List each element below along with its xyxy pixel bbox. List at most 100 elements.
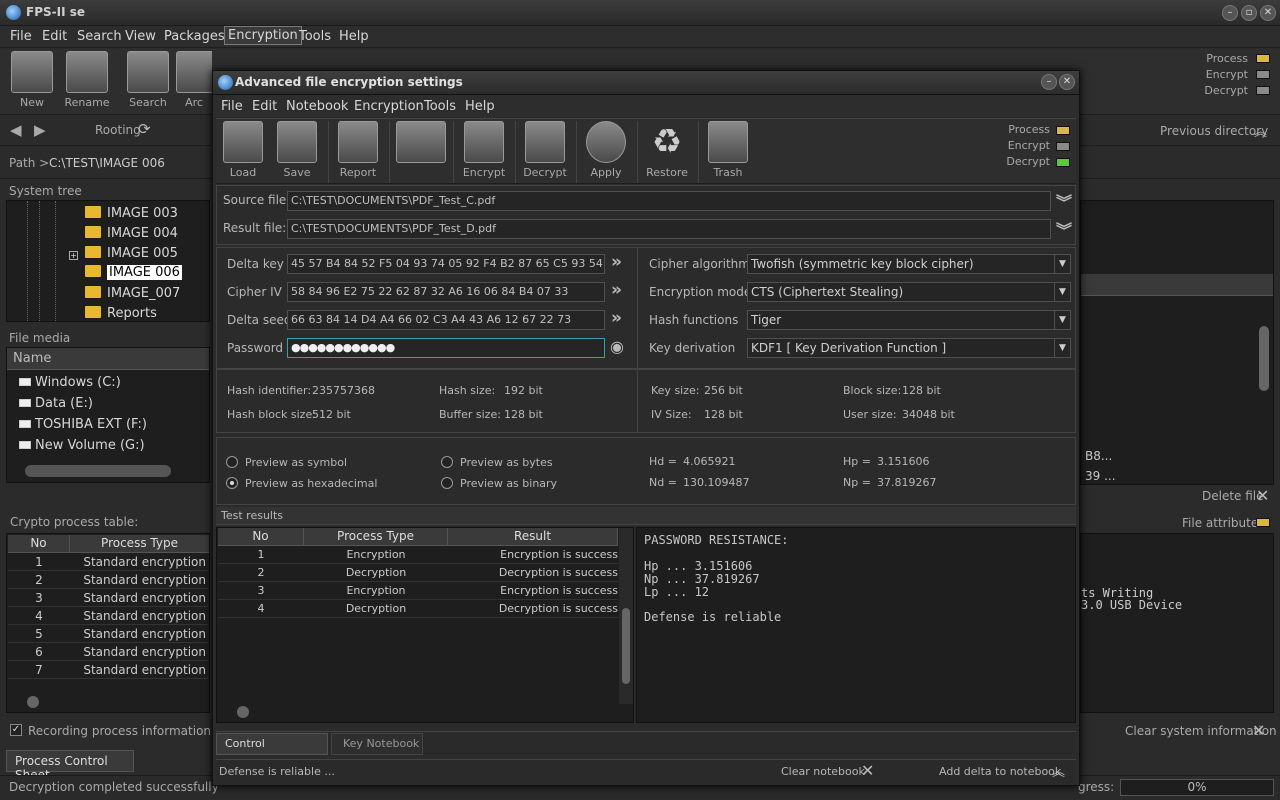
dialog-minimize-icon[interactable]: – [1041, 74, 1057, 90]
encrypt-button[interactable]: Encrypt [454, 121, 514, 179]
tree-item[interactable]: IMAGE_007 [85, 286, 180, 304]
tree-item[interactable]: Reports [85, 306, 157, 321]
drive-item[interactable]: Data (E:) [19, 396, 93, 411]
tree-item[interactable]: IMAGE 004 [85, 226, 178, 244]
dialog-menu-tools[interactable]: Tools [424, 99, 456, 114]
file-media-header[interactable]: Name [7, 348, 209, 370]
delta-seed-field[interactable]: 66 63 84 14 D4 A4 66 02 C3 A4 43 A6 12 6… [287, 310, 605, 330]
apply-button[interactable]: Apply [576, 121, 636, 179]
results-row-type[interactable]: Decryption [304, 564, 448, 582]
cipher-iv-field[interactable]: 58 84 96 E2 75 22 62 87 32 A6 16 06 84 B… [287, 282, 605, 302]
decrypt-button[interactable]: Decrypt [515, 121, 575, 179]
drive-item[interactable]: Windows (C:) [19, 375, 121, 390]
load-button[interactable]: Load [213, 121, 273, 179]
table-row-no[interactable]: 1 [8, 553, 70, 571]
col-header-no[interactable]: No [8, 535, 70, 553]
tab-control-information[interactable]: Control Information [216, 733, 328, 770]
search-button[interactable]: Search [120, 51, 176, 109]
menu-encryption[interactable]: Encryption [224, 26, 302, 45]
minimize-icon[interactable]: – [1222, 5, 1238, 21]
table-row-no[interactable]: 3 [8, 589, 70, 607]
tab-process-control-sheet[interactable]: Process Control Sheet [6, 750, 134, 782]
forward-arrow-icon[interactable]: ▶ [34, 121, 46, 139]
restore-button[interactable]: ♻ Restore [637, 121, 697, 179]
dialog-close-icon[interactable]: ✕ [1059, 74, 1075, 90]
table-row-process-type[interactable]: Standard encryption [70, 607, 208, 625]
table-row-process-type[interactable]: Standard encryption [70, 571, 208, 589]
password-field[interactable]: ●●●●●●●●●●●● [287, 338, 605, 358]
preview-symbol-radio[interactable] [226, 456, 238, 468]
result-file-field[interactable]: C:\TEST\DOCUMENTS\PDF_Test_D.pdf [287, 219, 1051, 239]
vertical-scrollbar[interactable] [1259, 326, 1269, 391]
table-row-no[interactable]: 4 [8, 607, 70, 625]
save-button[interactable]: Save [267, 121, 327, 179]
menu-view[interactable]: View [125, 29, 156, 44]
col-header-process-type[interactable]: Process Type [70, 535, 209, 553]
drive-item[interactable]: New Volume (G:) [19, 438, 145, 453]
table-row-process-type[interactable]: Standard encryption [70, 553, 208, 571]
preview-bytes-radio[interactable] [441, 456, 453, 468]
tree-item-selected[interactable]: IMAGE 006 [85, 265, 182, 283]
results-row-type[interactable]: Decryption [304, 600, 448, 618]
drive-item[interactable]: TOSHIBA EXT (F:) [19, 417, 147, 432]
horizontal-scrollbar[interactable] [25, 465, 171, 477]
clear-notebook-x-icon[interactable]: ✕ [861, 761, 874, 780]
cipher-algorithms-select[interactable]: Twofish (symmetric key block cipher) ▼ [747, 254, 1071, 274]
table-row-process-type[interactable]: Standard encryption [70, 643, 208, 661]
up-chevron-icon[interactable]: ︽ [1254, 121, 1267, 140]
encryption-mode-select[interactable]: CTS (Ciphertext Stealing) ▼ [747, 282, 1071, 302]
results-row-no[interactable]: 1 [218, 546, 304, 564]
archive-button[interactable]: Arc [176, 51, 212, 109]
rename-button[interactable]: Rename [59, 51, 115, 109]
menu-packages[interactable]: Packages [164, 29, 225, 44]
results-row-type[interactable]: Encryption [304, 582, 448, 600]
dialog-menu-help[interactable]: Help [465, 99, 495, 114]
table-row-no[interactable]: 7 [8, 661, 70, 679]
menu-search[interactable]: Search [77, 29, 122, 44]
dialog-menu-notebook[interactable]: Notebook [286, 99, 348, 114]
table-row-process-type[interactable]: Standard encryption [70, 625, 208, 643]
menu-help[interactable]: Help [339, 29, 369, 44]
table-scroll-thumb[interactable] [27, 696, 39, 708]
delete-file-label[interactable]: Delete file [1202, 489, 1264, 503]
clear-x-icon[interactable]: ✕ [1252, 721, 1265, 740]
results-col-result[interactable]: Result [448, 528, 618, 546]
source-file-field[interactable]: C:\TEST\DOCUMENTS\PDF_Test_C.pdf [287, 191, 1051, 211]
clear-notebook-label[interactable]: Clear notebook [781, 765, 865, 778]
recording-checkbox[interactable]: ✓ [10, 724, 22, 736]
table-row-no[interactable]: 5 [8, 625, 70, 643]
tree-item[interactable]: IMAGE 003 [85, 206, 178, 224]
delta-seed-generate-icon[interactable]: » [611, 308, 622, 328]
delta-key-field[interactable]: 45 57 B4 84 52 F5 04 93 74 05 92 F4 B2 8… [287, 254, 605, 274]
results-row-result[interactable]: Decryption is success [448, 600, 618, 618]
results-row-result[interactable]: Encryption is success [448, 582, 618, 600]
results-row-no[interactable]: 4 [218, 600, 304, 618]
report-button[interactable]: Report [328, 121, 388, 179]
table-row-process-type[interactable]: Standard encryption [70, 589, 208, 607]
results-row-result[interactable]: Encryption is success [448, 546, 618, 564]
tab-key-notebook[interactable]: Key Notebook [331, 733, 423, 755]
new-button[interactable]: New [4, 51, 60, 109]
tree-item[interactable]: IMAGE 005 [85, 246, 178, 264]
results-hscroll-thumb[interactable] [237, 706, 249, 718]
hash-functions-select[interactable]: Tiger ▼ [747, 310, 1071, 330]
tools-cluster-button[interactable] [391, 121, 451, 166]
add-delta-label[interactable]: Add delta to notebook [939, 765, 1061, 778]
results-row-no[interactable]: 3 [218, 582, 304, 600]
key-derivation-select[interactable]: KDF1 [ Key Derivation Function ] ▼ [747, 338, 1071, 358]
preview-binary-radio[interactable] [441, 477, 453, 489]
dialog-menu-encryption[interactable]: Encryption [354, 99, 424, 114]
refresh-icon[interactable]: ⟳ [138, 120, 151, 138]
table-row-process-type[interactable]: Standard encryption [70, 661, 208, 679]
back-arrow-icon[interactable]: ◀ [10, 121, 22, 139]
delta-key-generate-icon[interactable]: » [611, 252, 622, 272]
results-col-no[interactable]: No [218, 528, 304, 546]
expand-icon[interactable]: + [69, 251, 78, 260]
add-delta-up-icon[interactable]: ︽ [1052, 761, 1065, 780]
menu-edit[interactable]: Edit [42, 29, 67, 44]
table-row-no[interactable]: 2 [8, 571, 70, 589]
results-col-process-type[interactable]: Process Type [304, 528, 448, 546]
dialog-menu-edit[interactable]: Edit [252, 99, 277, 114]
menu-file[interactable]: File [10, 29, 32, 44]
cipher-iv-generate-icon[interactable]: » [611, 280, 622, 300]
